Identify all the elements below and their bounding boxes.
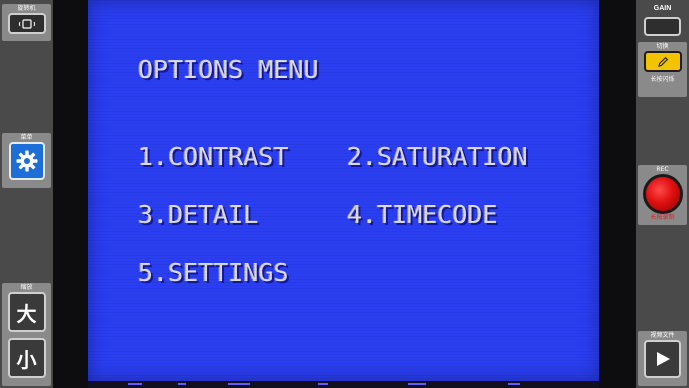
- gain-button[interactable]: [644, 17, 681, 36]
- play-video-button[interactable]: [644, 340, 681, 378]
- osd-menu-item-timecode[interactable]: 4.TIMECODE: [347, 200, 498, 229]
- rec-label: REC: [656, 166, 669, 173]
- osd-menu-item-saturation[interactable]: 2.SATURATION: [347, 142, 528, 171]
- rotate-button[interactable]: [7, 13, 46, 34]
- edit-button[interactable]: [643, 51, 682, 72]
- osd-menu-item-settings[interactable]: 5.SETTINGS: [138, 258, 289, 287]
- rec-sublabel: 长按录制: [650, 214, 675, 221]
- right-control-panel: GAIN 切换 长按闪烁 REC 长按录制 视频文件: [636, 0, 689, 388]
- left-control-panel: 旋转机 菜单 缩放 大 小: [0, 0, 53, 388]
- menu-label: 菜单: [20, 134, 33, 141]
- edit-label: 切换: [656, 43, 669, 50]
- gain-label: GAIN: [653, 5, 672, 12]
- play-icon: [656, 352, 670, 366]
- zoom-in-button[interactable]: 大: [7, 292, 46, 332]
- zoom-label: 缩放: [20, 284, 33, 291]
- edit-control: 切换 长按闪烁: [638, 42, 687, 97]
- gear-icon: [16, 150, 37, 172]
- record-control: REC 长按录制: [638, 165, 687, 225]
- record-button[interactable]: [642, 174, 683, 214]
- osd-menu-item-contrast[interactable]: 1.CONTRAST: [138, 142, 289, 171]
- video-file-control: 视频文件: [638, 331, 687, 386]
- viewfinder-screen: OPTIONS MENU 1.CONTRAST 2.SATURATION 3.D…: [88, 0, 599, 381]
- video-file-label: 视频文件: [650, 332, 675, 339]
- edit-sublabel: 长按闪烁: [650, 76, 675, 83]
- zoom-out-button[interactable]: 小: [7, 338, 46, 378]
- pencil-icon: [657, 56, 668, 67]
- menu-button[interactable]: [8, 142, 45, 180]
- signal-noise-strip: [88, 381, 599, 388]
- rotate-phone-icon: [18, 18, 35, 29]
- rotate-control: 旋转机: [2, 4, 51, 41]
- osd-menu-item-detail[interactable]: 3.DETAIL: [138, 200, 258, 229]
- menu-control: 菜单: [2, 133, 51, 188]
- rotate-label: 旋转机: [17, 5, 36, 12]
- osd-menu-title: OPTIONS MENU: [138, 55, 319, 84]
- zoom-control: 缩放 大 小: [2, 283, 51, 386]
